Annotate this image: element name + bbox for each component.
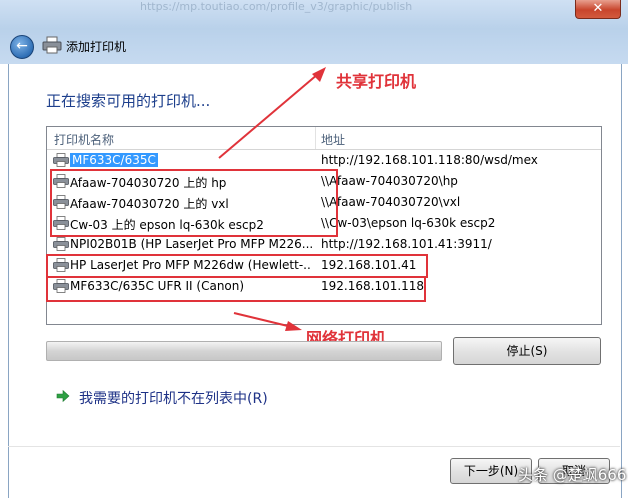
window-title: 添加打印机 bbox=[66, 40, 127, 54]
printer-name: NPI02B01B (HP LaserJet Pro MFP M226... bbox=[70, 237, 312, 251]
printer-row[interactable]: NPI02B01B (HP LaserJet Pro MFP M226... ht… bbox=[47, 234, 601, 255]
printer-address: \\Afaaw-704030720\vxl bbox=[321, 195, 461, 209]
printer-address: \\Cw-03\epson lq-630k escp2 bbox=[321, 216, 496, 230]
printer-address: http://192.168.101.41:3911/ bbox=[321, 237, 492, 251]
printer-icon bbox=[42, 36, 62, 54]
printer-address: http://192.168.101.118:80/wsd/mex bbox=[321, 153, 538, 167]
printer-name: MF633C/635C bbox=[70, 153, 158, 167]
column-header-name[interactable]: 打印机名称 bbox=[54, 131, 114, 148]
background-url-text: https://mp.toutiao.com/profile_v3/graphi… bbox=[140, 0, 413, 13]
back-arrow-icon[interactable]: ← bbox=[10, 35, 34, 59]
window-titlebar: https://mp.toutiao.com/profile_v3/graphi… bbox=[0, 0, 628, 64]
printer-row[interactable]: MF633C/635C http://192.168.101.118:80/wsd… bbox=[47, 150, 601, 171]
column-divider[interactable] bbox=[315, 127, 316, 149]
printer-icon bbox=[53, 153, 69, 167]
network-printer-highlight-2 bbox=[46, 276, 426, 302]
printer-icon bbox=[53, 237, 69, 251]
column-header-address[interactable]: 地址 bbox=[321, 131, 345, 148]
green-arrow-icon bbox=[56, 389, 70, 403]
page-title: 正在搜索可用的打印机... bbox=[46, 92, 211, 110]
watermark-text: 头条 @楚飒666 bbox=[518, 466, 627, 484]
stop-button[interactable]: 停止(S) bbox=[453, 337, 601, 365]
network-printer-highlight-1 bbox=[46, 254, 428, 278]
list-header: 打印机名称 地址 bbox=[47, 127, 601, 150]
printer-not-listed-link[interactable]: 我需要的打印机不在列表中(R) bbox=[79, 388, 268, 408]
shared-printers-highlight bbox=[50, 169, 338, 237]
footer-divider bbox=[8, 446, 620, 447]
printer-address: \\Afaaw-704030720\hp bbox=[321, 174, 458, 188]
shared-printer-label: 共享打印机 bbox=[336, 72, 417, 91]
search-progress-bar bbox=[46, 341, 442, 361]
close-button[interactable]: ✕ bbox=[575, 0, 621, 19]
